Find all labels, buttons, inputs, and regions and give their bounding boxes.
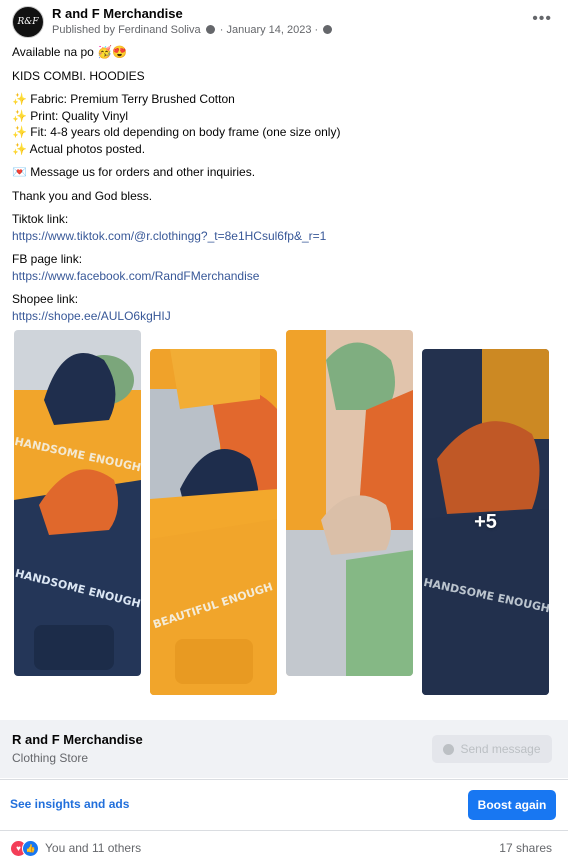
- tiktok-link[interactable]: https://www.tiktok.com/@r.clothingg?_t=8…: [12, 229, 326, 243]
- messenger-icon: [443, 743, 455, 755]
- fb-label: FB page link:: [12, 252, 83, 266]
- post-body: Available na po 🥳😍 KIDS COMBI. HOODIES ✨…: [12, 44, 552, 324]
- post-line: ✨ Actual photos posted.: [12, 141, 146, 156]
- more-options-icon[interactable]: •••: [532, 10, 552, 28]
- globe-icon: [323, 25, 333, 34]
- post-line: ✨ Fabric: Premium Terry Brushed Cotton: [12, 92, 235, 106]
- more-photos-count[interactable]: +5: [422, 349, 549, 695]
- send-message-label: Send message: [460, 742, 541, 756]
- post-line: ✨ Print: Quality Vinyl: [12, 108, 129, 123]
- post-date[interactable]: January 14, 2023: [226, 24, 311, 36]
- shopee-link[interactable]: https://shope.ee/AULO6kgHIJ: [12, 309, 171, 323]
- tiktok-label: Tiktok link:: [12, 212, 69, 226]
- page-cta-bar: R and F Merchandise Clothing Store Send …: [0, 720, 568, 778]
- page-name[interactable]: R and F Merchandise: [52, 6, 183, 21]
- see-insights-link[interactable]: See insights and ads: [10, 797, 129, 811]
- post-meta: Published by Ferdinand Soliva · January …: [52, 24, 334, 36]
- send-message-button[interactable]: Send message: [432, 735, 552, 763]
- post-line: ✨ Fit: 4-8 years old depending on body f…: [12, 125, 341, 139]
- published-prefix: Published by: [52, 24, 115, 36]
- post-line: 💌 Message us for orders and other inquir…: [12, 165, 256, 179]
- boost-again-button[interactable]: Boost again: [468, 790, 556, 820]
- insights-bar: See insights and ads Boost again: [0, 779, 568, 831]
- photo-gallery: HANDSOME ENOUGH HANDSOME ENOUGH BEAUTIFU…: [0, 328, 568, 700]
- like-reaction-icon: 👍: [22, 840, 39, 857]
- photo-4[interactable]: HANDSOME ENOUGH +5: [422, 349, 549, 695]
- reaction-icons[interactable]: ♥ 👍: [10, 840, 44, 857]
- post-line: Thank you and God bless.: [12, 188, 153, 203]
- facebook-post: R&F R and F Merchandise Published by Fer…: [0, 0, 568, 863]
- photo-2[interactable]: BEAUTIFUL ENOUGH: [150, 349, 277, 695]
- cta-page-category: Clothing Store: [12, 751, 89, 765]
- hoodie-photo-2: BEAUTIFUL ENOUGH: [150, 349, 277, 695]
- reactions-summary[interactable]: You and 11 others: [45, 841, 141, 855]
- cta-page-name[interactable]: R and F Merchandise: [12, 732, 143, 747]
- post-line: KIDS COMBI. HOODIES: [12, 68, 145, 83]
- post-header: R&F R and F Merchandise Published by Fer…: [10, 6, 558, 38]
- post-footer: ♥ 👍 You and 11 others 17 shares: [0, 832, 568, 863]
- hoodie-photo-1: HANDSOME ENOUGH HANDSOME ENOUGH: [14, 330, 141, 676]
- fb-page-link[interactable]: https://www.facebook.com/RandFMerchandis…: [12, 269, 259, 283]
- photo-3[interactable]: [286, 330, 413, 676]
- info-icon: [205, 25, 215, 34]
- publisher-name[interactable]: Ferdinand Soliva: [118, 24, 201, 36]
- post-line: Available na po 🥳😍: [12, 45, 128, 59]
- hoodie-photo-3: [286, 330, 413, 676]
- photo-1[interactable]: HANDSOME ENOUGH HANDSOME ENOUGH: [14, 330, 141, 676]
- shopee-label: Shopee link:: [12, 292, 79, 306]
- shares-count[interactable]: 17 shares: [499, 841, 552, 855]
- page-avatar[interactable]: R&F: [12, 6, 44, 38]
